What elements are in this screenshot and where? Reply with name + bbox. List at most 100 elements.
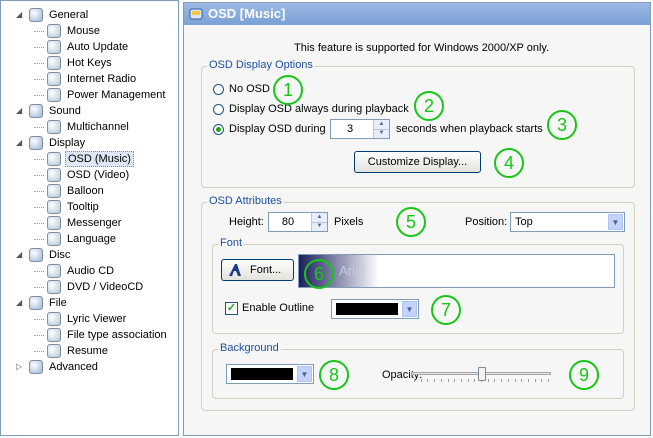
tree-item-tooltip[interactable]: Tooltip (1, 199, 177, 215)
tree-item-label[interactable]: OSD (Video) (65, 167, 131, 183)
expand-arrow-icon[interactable]: ◢ (16, 103, 22, 119)
checklist-icon (29, 8, 43, 22)
tree-item-label[interactable]: Hot Keys (65, 55, 114, 71)
position-select[interactable]: Top ▼ (510, 212, 625, 232)
expand-arrow-icon[interactable]: ◢ (16, 247, 22, 263)
opacity-slider-thumb[interactable] (478, 367, 486, 381)
height-value[interactable]: 80 (269, 216, 307, 228)
font-preview-text: Arial (339, 263, 366, 278)
tree-item-label[interactable]: Tooltip (65, 199, 101, 215)
tree-item-label[interactable]: Auto Update (65, 39, 130, 55)
tree-item-file[interactable]: ◢ File (1, 295, 177, 311)
tree-item-label[interactable]: Audio CD (65, 263, 116, 279)
tree-item-label[interactable]: File type association (65, 327, 169, 343)
tree-item-messenger[interactable]: Messenger (1, 215, 177, 231)
annotation-badge-5: 5 (396, 207, 426, 237)
tree-item-disc[interactable]: ◢ Disc (1, 247, 177, 263)
tree-connector (34, 63, 44, 64)
tree-connector (34, 95, 44, 96)
tree-item-display[interactable]: ◢ Display (1, 135, 177, 151)
tree-item-audio-cd[interactable]: Audio CD (1, 263, 177, 279)
tree-item-label[interactable]: Display (47, 135, 87, 151)
tree-item-label[interactable]: Sound (47, 103, 83, 119)
tree-item-auto-update[interactable]: Auto Update (1, 39, 177, 55)
chevron-down-icon[interactable]: ▼ (608, 214, 623, 230)
tree-item-hot-keys[interactable]: Hot Keys (1, 55, 177, 71)
display-always-label[interactable]: Display OSD always during playback (229, 103, 409, 115)
stepper-down-arrow-icon[interactable]: ▼ (312, 222, 327, 231)
tree-item-label[interactable]: Lyric Viewer (65, 311, 128, 327)
tree-item-advanced[interactable]: ▷ Advanced (1, 359, 177, 375)
tree-item-osd-music[interactable]: OSD (Music) (1, 151, 177, 167)
tree-item-internet-radio[interactable]: Internet Radio (1, 71, 177, 87)
tree-item-label[interactable]: Balloon (65, 183, 106, 199)
background-color-select[interactable]: ▼ (226, 364, 314, 384)
tree-item-mouse[interactable]: Mouse (1, 23, 177, 39)
tree-connector (34, 47, 44, 48)
chevron-down-icon[interactable]: ▼ (297, 366, 312, 382)
height-stepper[interactable]: 80 ▲ ▼ (268, 212, 328, 232)
tree-item-sound[interactable]: ◢ Sound (1, 103, 177, 119)
tree-item-label[interactable]: Mouse (65, 23, 102, 39)
tree-item-language[interactable]: Language (1, 231, 177, 247)
tree-item-label[interactable]: Advanced (47, 359, 100, 375)
settings-panel: OSD [Music] This feature is supported fo… (183, 2, 651, 436)
tree-item-label[interactable]: Language (65, 231, 118, 247)
seconds-stepper[interactable]: 3 ▲ ▼ (330, 119, 390, 139)
display-during-label[interactable]: Display OSD during (229, 123, 326, 135)
cd-icon (47, 264, 61, 278)
collapse-arrow-icon[interactable]: ▷ (16, 359, 22, 375)
outline-color-select[interactable]: ▼ (331, 299, 419, 319)
tree-item-resume[interactable]: Resume (1, 343, 177, 359)
tree-item-label[interactable]: Internet Radio (65, 71, 138, 87)
settings-tree[interactable]: ◢ General Mouse Auto Update Hot Keys Internet… (0, 0, 179, 436)
enable-outline-checkbox[interactable]: ✓ (225, 302, 238, 315)
slider-tick (507, 379, 509, 382)
tree-item-lyric-viewer[interactable]: Lyric Viewer (1, 311, 177, 327)
customize-display-button[interactable]: Customize Display... (354, 151, 481, 173)
expand-arrow-icon[interactable]: ◢ (16, 135, 22, 151)
opacity-slider[interactable] (411, 366, 551, 384)
tree-connector (34, 271, 44, 272)
seconds-value[interactable]: 3 (331, 123, 369, 135)
slider-tick (447, 379, 449, 382)
support-note: This feature is supported for Windows 20… (294, 42, 550, 54)
balloon-icon (47, 184, 61, 198)
tree-item-power-management[interactable]: Power Management (1, 87, 177, 103)
tree-item-label[interactable]: Messenger (65, 215, 123, 231)
annotation-badge-9: 9 (569, 360, 599, 390)
annotation-badge-8: 8 (319, 360, 349, 390)
display-options-legend: OSD Display Options (207, 59, 315, 71)
expand-arrow-icon[interactable]: ◢ (16, 295, 22, 311)
tree-item-label[interactable]: Multichannel (65, 119, 131, 135)
slider-tick (494, 379, 496, 382)
no-osd-label[interactable]: No OSD (229, 83, 270, 95)
tree-item-label[interactable]: General (47, 7, 90, 23)
stepper-down-arrow-icon[interactable]: ▼ (374, 129, 389, 138)
chevron-down-icon[interactable]: ▼ (402, 301, 417, 317)
pixels-label: Pixels (334, 216, 364, 228)
tree-item-file-type-association[interactable]: File type association (1, 327, 177, 343)
font-button[interactable]: Font... (221, 259, 294, 281)
tree-item-label[interactable]: Resume (65, 343, 110, 359)
no-osd-radio[interactable] (213, 84, 224, 95)
slider-tick (514, 379, 516, 382)
keyboard-icon (47, 56, 61, 70)
tree-item-label[interactable]: Power Management (65, 87, 167, 103)
tree-item-balloon[interactable]: Balloon (1, 183, 177, 199)
tree-item-dvd-videocd[interactable]: DVD / VideoCD (1, 279, 177, 295)
tree-connector (34, 335, 44, 336)
tree-item-multichannel[interactable]: Multichannel (1, 119, 177, 135)
enable-outline-label[interactable]: Enable Outline (242, 302, 314, 314)
display-during-radio[interactable] (213, 124, 224, 135)
tree-item-general[interactable]: ◢ General (1, 7, 177, 23)
tree-item-label[interactable]: DVD / VideoCD (65, 279, 145, 295)
tree-item-label[interactable]: OSD (Music) (65, 151, 134, 167)
expand-arrow-icon[interactable]: ◢ (16, 7, 22, 23)
display-always-radio[interactable] (213, 104, 224, 115)
tree-item-label[interactable]: Disc (47, 247, 72, 263)
tree-item-osd-video[interactable]: OSD (Video) (1, 167, 177, 183)
slider-tick (434, 379, 436, 382)
slider-tick (521, 379, 523, 382)
tree-item-label[interactable]: File (47, 295, 69, 311)
